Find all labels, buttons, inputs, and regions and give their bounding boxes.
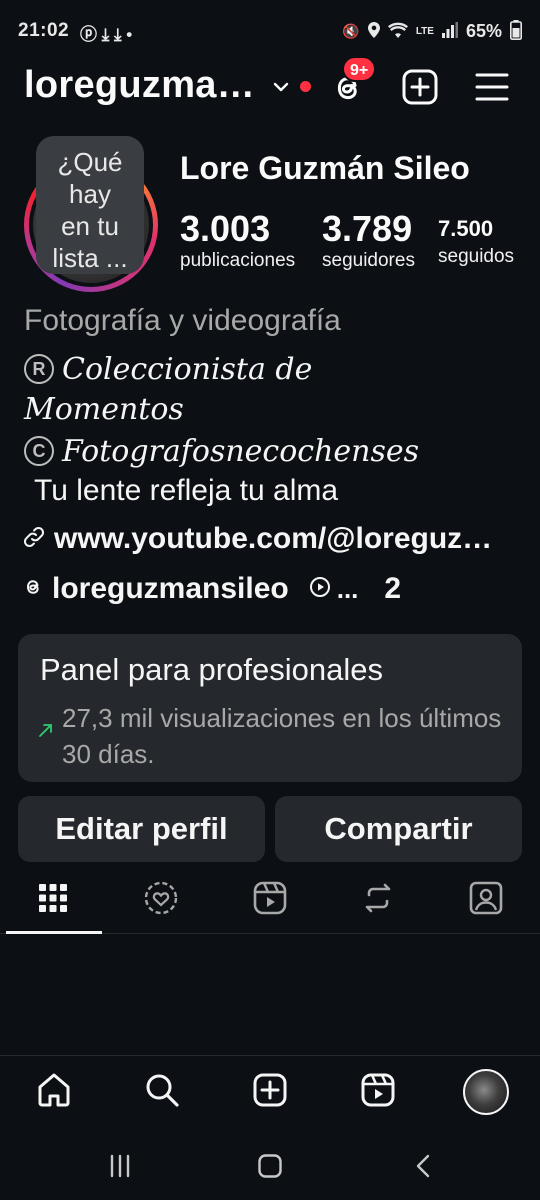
nav-search[interactable]	[142, 1072, 182, 1112]
stat-posts[interactable]: 3.003 publicaciones	[180, 208, 310, 272]
copyright-symbol: C	[24, 436, 54, 466]
active-tab-indicator	[6, 931, 102, 934]
note-line: en tu	[61, 211, 119, 241]
profile-full-name: Lore Guzmán Sileo	[180, 150, 470, 186]
stat-followers-label: seguidores	[322, 250, 415, 271]
battery-level: 65%	[465, 21, 502, 41]
bio-line-3: C Fotografosnecochenses	[24, 434, 419, 469]
location-icon	[367, 22, 380, 41]
link-url[interactable]: www.youtube.com/@loreguzmansileo	[54, 522, 506, 556]
mute-icon: 🔇	[342, 23, 360, 39]
unread-dot	[300, 81, 311, 92]
registered-symbol: R	[24, 354, 54, 384]
lte-icon: LTE	[415, 25, 434, 37]
grid-icon	[37, 882, 69, 919]
share-profile-button[interactable]: Compartir	[275, 796, 522, 862]
wifi-icon	[387, 22, 408, 41]
trend-up-icon	[38, 722, 54, 738]
bio-line-3-text: Fotografosnecochenses	[62, 434, 420, 469]
bio-line-2: Momentos	[24, 392, 184, 427]
stat-posts-label: publicaciones	[180, 250, 296, 271]
status-time: 21:02	[18, 20, 70, 41]
note-line: hay	[69, 179, 111, 209]
status-bar: 21:02 ⓟ ⤓ ⤓ • 🔇 LTE 65%	[0, 0, 540, 62]
signal-icon	[441, 22, 458, 41]
create-icon	[252, 1072, 288, 1113]
chevron-down-icon[interactable]	[270, 76, 292, 98]
bio-line-1-text: Coleccionista de	[62, 352, 313, 387]
note-line: ¿Qué	[57, 147, 123, 177]
stat-posts-value: 3.003	[180, 208, 271, 249]
stat-following-value: 7.500	[438, 216, 494, 241]
play-circle-icon	[309, 576, 331, 603]
tab-highlights[interactable]	[143, 880, 179, 920]
link-icon	[22, 525, 46, 554]
more-links-ellipsis[interactable]: ...	[337, 574, 359, 605]
stat-followers-value: 3.789	[322, 208, 413, 249]
stat-followers[interactable]: 3.789 seguidores	[322, 208, 426, 272]
bio-line-4: Tu lente refleja tu alma	[34, 474, 339, 507]
nav-reels[interactable]	[358, 1072, 398, 1112]
battery-icon	[510, 20, 522, 43]
more-links-count[interactable]: 2	[384, 572, 401, 606]
status-notification-icons: ⓟ ⤓ ⤓ •	[80, 25, 133, 44]
dashboard-subtitle: 27,3 mil visualizaciones en los últimos …	[62, 703, 502, 769]
threads-small-icon	[22, 576, 44, 603]
threads-handle[interactable]: loreguzmansileo	[52, 572, 289, 606]
home-button-icon[interactable]	[250, 1146, 290, 1186]
recent-apps-icon[interactable]	[100, 1146, 140, 1186]
notification-badge: 9+	[342, 56, 377, 82]
home-icon	[35, 1071, 73, 1114]
note-line: lista ...	[52, 243, 128, 273]
tagged-icon	[468, 880, 504, 921]
profile-note-bubble[interactable]: ¿Qué hay en tu lista ...	[36, 136, 144, 274]
create-post-icon[interactable]	[401, 68, 439, 106]
dashboard-title: Panel para profesionales	[40, 652, 383, 687]
reposts-icon	[361, 881, 395, 920]
stat-following[interactable]: 7.500 seguidos	[438, 208, 522, 268]
profile-category: Fotografía y videografía	[24, 304, 341, 337]
highlights-icon	[143, 880, 179, 921]
stat-following-label: seguidos	[438, 246, 515, 267]
nav-profile-avatar[interactable]	[463, 1069, 509, 1115]
search-icon	[143, 1071, 181, 1114]
tab-reposts[interactable]	[360, 880, 396, 920]
reels-icon	[252, 880, 288, 921]
profile-link[interactable]: www.youtube.com/@loreguzmansileo	[22, 522, 506, 556]
reels-nav-icon	[360, 1072, 396, 1113]
tab-reels[interactable]	[252, 880, 288, 920]
profile-username[interactable]: loreguzmansileo	[24, 64, 264, 107]
tab-tagged[interactable]	[468, 880, 504, 920]
threads-link-row[interactable]: loreguzmansileo ... 2	[22, 572, 401, 606]
status-right-group: 🔇 LTE 65%	[342, 20, 522, 43]
nav-create[interactable]	[250, 1072, 290, 1112]
bio-line-1: R Coleccionista de	[24, 352, 312, 387]
menu-icon[interactable]	[474, 70, 510, 104]
edit-profile-button[interactable]: Editar perfil	[18, 796, 265, 862]
nav-home[interactable]	[34, 1072, 74, 1112]
tab-grid[interactable]	[35, 880, 71, 920]
back-icon[interactable]	[404, 1146, 444, 1186]
